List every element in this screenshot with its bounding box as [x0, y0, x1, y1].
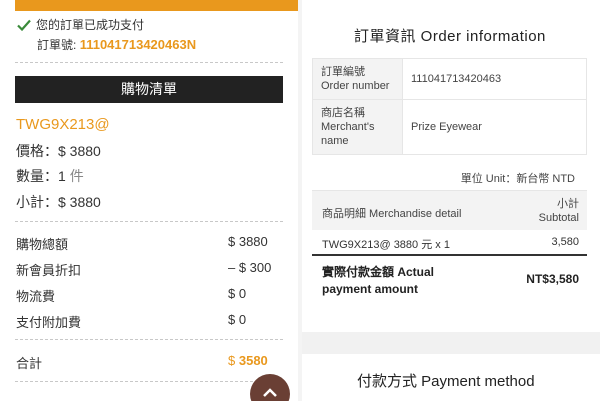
actual-payment-label-text: 實際付款金額 Actual payment amount: [322, 265, 435, 296]
price-label: 價格：: [16, 143, 58, 159]
order-number-row: 訂單編號 Order number 111041713420463: [312, 58, 587, 100]
divider: [15, 62, 283, 63]
summary-row-shipping: 物流費 $ 0: [16, 286, 276, 304]
order-number-value: 111041713420463: [402, 58, 587, 100]
quantity-value: 1: [58, 168, 66, 184]
order-summary-panel: 您的訂單已成功支付 訂單號: 111041713420463N 購物清單 TWG…: [0, 0, 298, 401]
summary-row-total-goods: 購物總額 $ 3880: [16, 234, 276, 252]
merchandise-header: 商品明細 Merchandise detail 小計 Subtotal: [312, 190, 587, 230]
merchant-row: 商店名稱 Merchant's name Prize Eyewear: [312, 99, 587, 155]
summary-label: 新會員折扣: [16, 263, 82, 278]
divider: [15, 221, 283, 222]
payment-success-row: 您的訂單已成功支付: [17, 16, 144, 33]
cart-header: 購物清單: [15, 76, 283, 103]
actual-payment-row: 實際付款金額 Actual payment amount NT$3,580: [312, 258, 587, 306]
divider: [15, 339, 283, 340]
actual-payment-value: NT$3,580: [526, 272, 579, 286]
summary-value: $ 0: [228, 312, 247, 327]
quantity-row: 數量：1 件: [16, 166, 84, 186]
grand-total-amount: 3580: [238, 353, 268, 368]
check-icon: [17, 19, 31, 31]
payment-success-text: 您的訂單已成功支付: [36, 18, 145, 32]
order-number-value: 111041713420463N: [79, 37, 197, 52]
summary-value: – $ 300: [228, 260, 272, 275]
item-subtotal: 3,580: [551, 236, 579, 248]
grand-total-label: 合計: [16, 356, 43, 371]
order-number-label: 訂單號:: [37, 38, 77, 52]
summary-label: 物流費: [16, 289, 56, 304]
quantity-label: 數量：: [16, 168, 58, 184]
price-value: $ 3880: [58, 143, 101, 159]
quantity-unit: 件: [69, 168, 84, 184]
actual-payment-label: 實際付款金額 Actual payment amount: [322, 264, 462, 298]
product-name[interactable]: TWG9X213@: [16, 116, 110, 133]
summary-label: 支付附加費: [16, 315, 82, 330]
summary-value: $ 0: [228, 286, 247, 301]
order-information-panel: 訂單資訊 Order information 訂單編號 Order number…: [302, 0, 600, 401]
currency-unit: 單位 Unit：新台幣 NTD: [460, 173, 575, 185]
divider: [15, 381, 283, 382]
grand-total-currency: $: [228, 353, 236, 368]
subtotal-header-en: Subtotal: [538, 212, 579, 224]
item-description: TWG9X213@ 3880 元 x 1: [322, 239, 450, 251]
payment-method-title: 付款方式 Payment method: [357, 373, 535, 390]
grand-total-row: 合計 $ 3580: [16, 353, 276, 371]
price-row: 價格：$ 3880: [16, 141, 101, 161]
summary-row-member-discount: 新會員折扣 – $ 300: [16, 260, 276, 278]
order-information-title: 訂單資訊 Order information: [354, 28, 546, 45]
section-divider-band: [302, 332, 600, 354]
accent-top-bar: [15, 0, 298, 11]
subtotal-row: 小計：$ 3880: [16, 192, 101, 212]
merchant-label: 商店名稱 Merchant's name: [312, 99, 403, 155]
order-info-table: 訂單編號 Order number 111041713420463 商店名稱 M…: [312, 58, 587, 155]
merchandise-item-row: TWG9X213@ 3880 元 x 1 3,580: [312, 230, 587, 256]
summary-label: 購物總額: [16, 237, 69, 252]
scroll-to-top-button[interactable]: [250, 374, 290, 401]
chevron-up-icon: [263, 388, 277, 397]
order-number-row: 訂單號: 111041713420463N: [37, 36, 196, 53]
merchandise-header-label: 商品明細 Merchandise detail: [322, 208, 462, 220]
summary-row-payment-surcharge: 支付附加費 $ 0: [16, 312, 276, 330]
subtotal-header: 小計 Subtotal: [539, 197, 579, 225]
summary-value: $ 3880: [228, 234, 268, 249]
subtotal-header-zh: 小計: [557, 198, 579, 210]
subtotal-label: 小計：: [16, 194, 58, 210]
subtotal-value: $ 3880: [58, 194, 101, 210]
merchant-value: Prize Eyewear: [402, 99, 587, 155]
order-number-label: 訂單編號 Order number: [312, 58, 403, 100]
grand-total-value: $ 3580: [228, 353, 268, 368]
